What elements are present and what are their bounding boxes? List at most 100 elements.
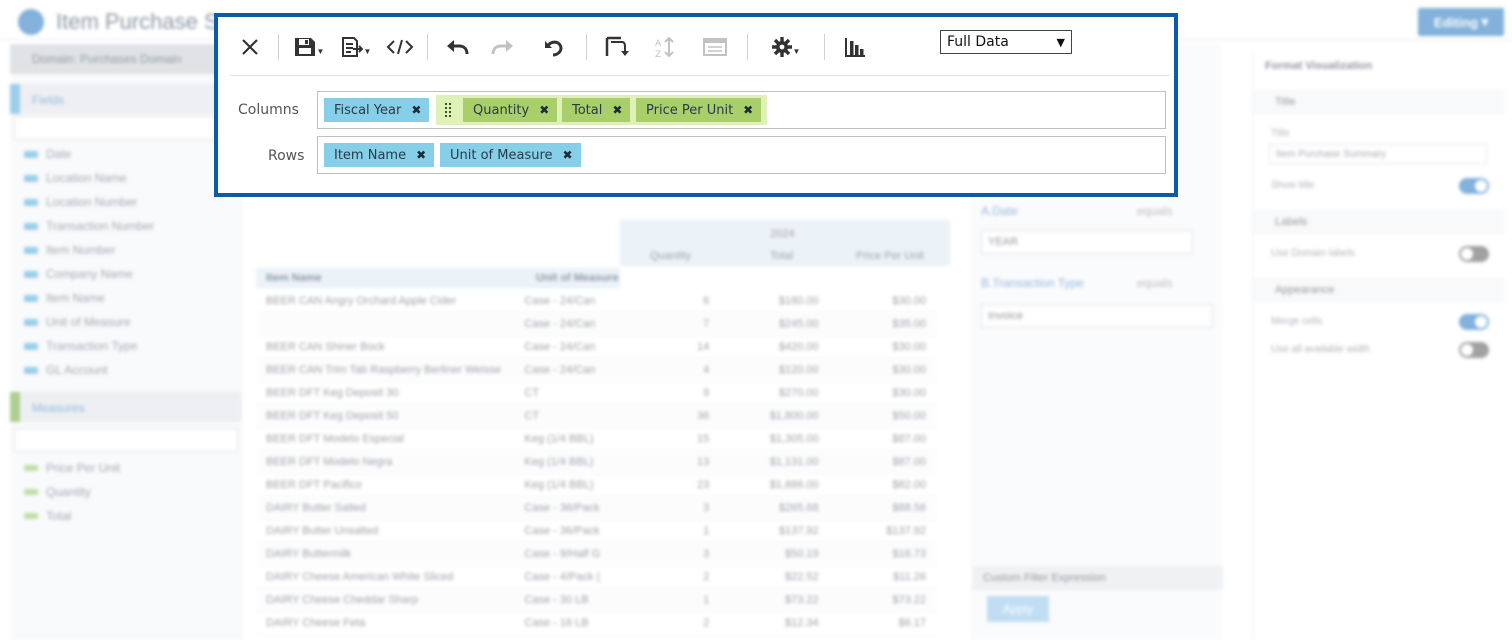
- rows-shelf[interactable]: Item Name ✖ Unit of Measure ✖: [317, 136, 1166, 174]
- drag-handle-icon[interactable]: [445, 103, 453, 117]
- pivot-button[interactable]: [593, 29, 641, 65]
- table-row: DAIRY Cheese Feta Case - 16 LB 2 $12.34 $6.1…: [256, 612, 936, 635]
- remove-icon[interactable]: ✖: [563, 148, 573, 162]
- chip-label: Item Name: [334, 147, 407, 163]
- field-label: Transaction Number: [46, 219, 155, 233]
- table-cell: Case - 24/Can: [524, 318, 596, 330]
- format-panel-title: Format Visualization: [1265, 60, 1373, 72]
- filter-a-operator: equals: [1137, 204, 1173, 218]
- title-section[interactable]: Title: [1253, 90, 1505, 114]
- filter-a-row[interactable]: A.Date equals: [981, 204, 1215, 218]
- filter-b-row[interactable]: B.Transaction Type equals: [981, 276, 1215, 290]
- grid-year-header: 2024 Quantity Total Price Per Unit: [620, 220, 950, 266]
- filter-b-select[interactable]: Invoice: [981, 304, 1213, 328]
- export-menu-button[interactable]: ▼: [333, 29, 379, 65]
- table-cell: Keg (1/4 BBL): [524, 479, 594, 491]
- editing-button[interactable]: Editing ▾: [1418, 8, 1504, 36]
- domain-bar[interactable]: Domain: Purchases Domain: [10, 44, 242, 74]
- columns-chip-quantity[interactable]: Quantity ✖: [463, 98, 558, 122]
- field-item[interactable]: Transaction Type: [24, 334, 234, 358]
- field-item[interactable]: Item Name: [24, 286, 234, 310]
- fields-stripe: [10, 84, 20, 114]
- columns-shelf[interactable]: Fiscal Year ✖ Quantity ✖ Total ✖ Price P…: [317, 91, 1166, 129]
- field-item[interactable]: Date: [24, 142, 234, 166]
- rows-chip-item-name[interactable]: Item Name ✖: [324, 143, 435, 167]
- field-item[interactable]: Item Number: [24, 238, 234, 262]
- measure-label: Price Per Unit: [46, 461, 121, 475]
- measure-item[interactable]: Price Per Unit: [24, 456, 234, 480]
- table-cell: DAIRY Cheese Feta: [266, 617, 366, 629]
- close-button[interactable]: [228, 29, 272, 65]
- chip-label: Unit of Measure: [450, 147, 553, 163]
- field-label: Transaction Type: [46, 339, 138, 353]
- field-item[interactable]: Transaction Number: [24, 214, 234, 238]
- table-cell: 2: [703, 571, 710, 583]
- table-cell: 1: [703, 594, 710, 606]
- settings-menu-button[interactable]: ▼: [754, 29, 818, 65]
- field-icon: [24, 150, 38, 158]
- field-item[interactable]: Unit of Measure: [24, 310, 234, 334]
- measure-item[interactable]: Quantity: [24, 480, 234, 504]
- appearance-section[interactable]: Appearance: [1253, 278, 1505, 302]
- code-view-button[interactable]: [379, 29, 421, 65]
- chart-type-button[interactable]: [831, 29, 879, 65]
- undo-button[interactable]: [434, 29, 480, 65]
- save-menu-button[interactable]: ▼: [285, 29, 333, 65]
- rows-chip-unit-of-measure[interactable]: Unit of Measure ✖: [440, 143, 581, 167]
- fields-search-input[interactable]: [14, 116, 238, 140]
- field-label: Location Number: [46, 195, 138, 209]
- measures-header-label: Measures: [32, 401, 85, 415]
- remove-icon[interactable]: ✖: [539, 103, 549, 117]
- code-icon: [386, 39, 414, 55]
- table-cell: BEER DFT Modelo Negra: [266, 456, 393, 468]
- field-label: GL Account: [46, 363, 108, 377]
- table-cell: Keg (1/4 BBL): [524, 433, 594, 445]
- table-cell: 3: [703, 502, 710, 514]
- table-cell: $265.68: [778, 502, 819, 514]
- field-item[interactable]: GL Account: [24, 358, 234, 382]
- grid-measure-header: Total: [770, 250, 794, 262]
- remove-icon[interactable]: ✖: [416, 148, 426, 162]
- undo-all-button[interactable]: [526, 29, 580, 65]
- columns-chip-total[interactable]: Total ✖: [562, 98, 631, 122]
- table-cell: $1,800.00: [769, 410, 819, 422]
- redo-button[interactable]: [480, 29, 526, 65]
- measures-header[interactable]: Measures: [10, 392, 242, 422]
- measure-item[interactable]: Total: [24, 504, 234, 528]
- available-width-toggle[interactable]: [1459, 342, 1489, 358]
- undo-all-icon: [545, 40, 563, 57]
- chip-label: Quantity: [473, 102, 530, 118]
- columns-chip-price-per-unit[interactable]: Price Per Unit ✖: [636, 98, 762, 122]
- editing-button-label: Editing: [1433, 14, 1478, 30]
- labels-section[interactable]: Labels: [1253, 210, 1505, 234]
- fields-header[interactable]: Fields: [10, 84, 242, 114]
- field-item[interactable]: Location Name: [24, 166, 234, 190]
- merge-cells-toggle[interactable]: [1459, 314, 1489, 330]
- measures-search-input[interactable]: [14, 428, 238, 452]
- table-cell: $6.17: [898, 617, 926, 629]
- field-icon: [24, 342, 38, 350]
- table-row: DAIRY Cheese American White Sliced Case -…: [256, 566, 936, 589]
- filter-a-input[interactable]: YEAR: [981, 230, 1193, 254]
- custom-filter-expression[interactable]: Custom Filter Expression: [973, 566, 1223, 590]
- field-item[interactable]: Company Name: [24, 262, 234, 286]
- grid-row-headers: Item Name Unit of Measure: [256, 268, 620, 288]
- show-title-toggle[interactable]: [1459, 178, 1489, 194]
- layout-button[interactable]: [689, 29, 741, 65]
- columns-chip-fiscal-year[interactable]: Fiscal Year ✖: [324, 98, 430, 122]
- table-row: BEER DFT Keg Deposit 30 CT 9 $270.00 $30.00: [256, 382, 936, 405]
- apply-button[interactable]: Apply: [987, 596, 1049, 622]
- remove-icon[interactable]: ✖: [612, 103, 622, 117]
- domain-labels-toggle[interactable]: [1459, 246, 1489, 262]
- table-cell: $1,305.00: [769, 433, 819, 445]
- stage: Item Purchase Su Editing ▾ Domain: Purch…: [0, 0, 1512, 640]
- data-view-select[interactable]: Full Data ▼: [940, 30, 1072, 54]
- remove-icon[interactable]: ✖: [743, 103, 753, 117]
- table-cell: 23: [697, 479, 710, 491]
- columns-label: Columns: [238, 102, 299, 118]
- title-input[interactable]: Item Purchase Summary: [1269, 144, 1487, 164]
- remove-icon[interactable]: ✖: [411, 103, 421, 117]
- sort-button[interactable]: AZ: [641, 29, 689, 65]
- field-item[interactable]: Location Number: [24, 190, 234, 214]
- table-cell: $87.00: [892, 433, 926, 445]
